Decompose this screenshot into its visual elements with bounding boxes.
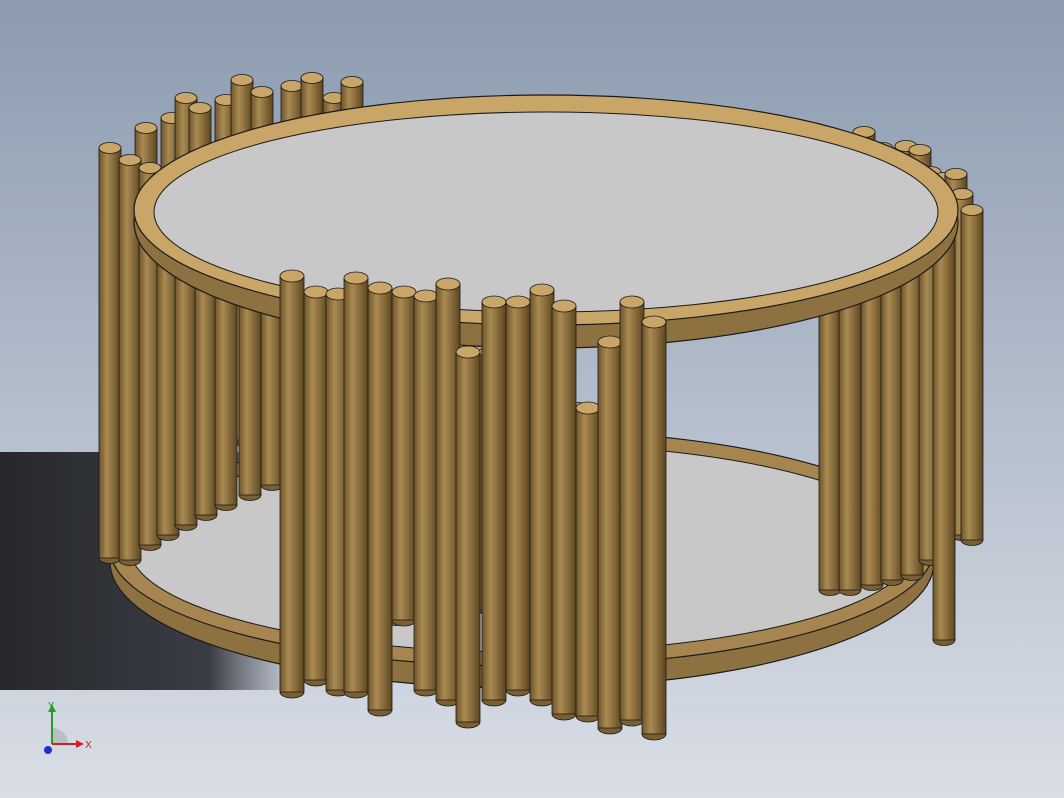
cad-viewport[interactable]: Y X bbox=[0, 0, 1064, 798]
x-axis-label: X bbox=[85, 740, 92, 751]
z-axis-dot bbox=[44, 746, 52, 754]
rod-front-16 bbox=[641, 315, 667, 741]
table-model-scene[interactable] bbox=[0, 0, 1064, 798]
x-axis-arrow bbox=[76, 740, 84, 748]
rod-front-5 bbox=[391, 285, 417, 627]
rod-front-15 bbox=[619, 295, 645, 727]
rod-front-10 bbox=[505, 295, 531, 697]
rod-front-4 bbox=[367, 281, 393, 717]
rod-front-9 bbox=[481, 295, 507, 707]
rod-front-0 bbox=[279, 269, 305, 699]
rod-front-8 bbox=[455, 345, 481, 729]
rod-back-right-8 bbox=[960, 204, 984, 546]
y-axis-label: Y bbox=[47, 701, 55, 712]
rod-front-11 bbox=[529, 283, 555, 707]
rod-front-3 bbox=[343, 271, 369, 699]
rod-right-6 bbox=[932, 222, 956, 646]
rod-front-6 bbox=[413, 289, 439, 697]
rod-front-12 bbox=[551, 299, 577, 721]
top-glass bbox=[153, 111, 939, 313]
rod-front-1 bbox=[303, 285, 329, 687]
rod-left-0 bbox=[98, 142, 122, 564]
triad-xy-plane bbox=[52, 728, 68, 744]
axis-triad: Y X bbox=[44, 701, 92, 754]
rod-front-13 bbox=[575, 401, 601, 723]
rod-front-14 bbox=[597, 335, 623, 735]
